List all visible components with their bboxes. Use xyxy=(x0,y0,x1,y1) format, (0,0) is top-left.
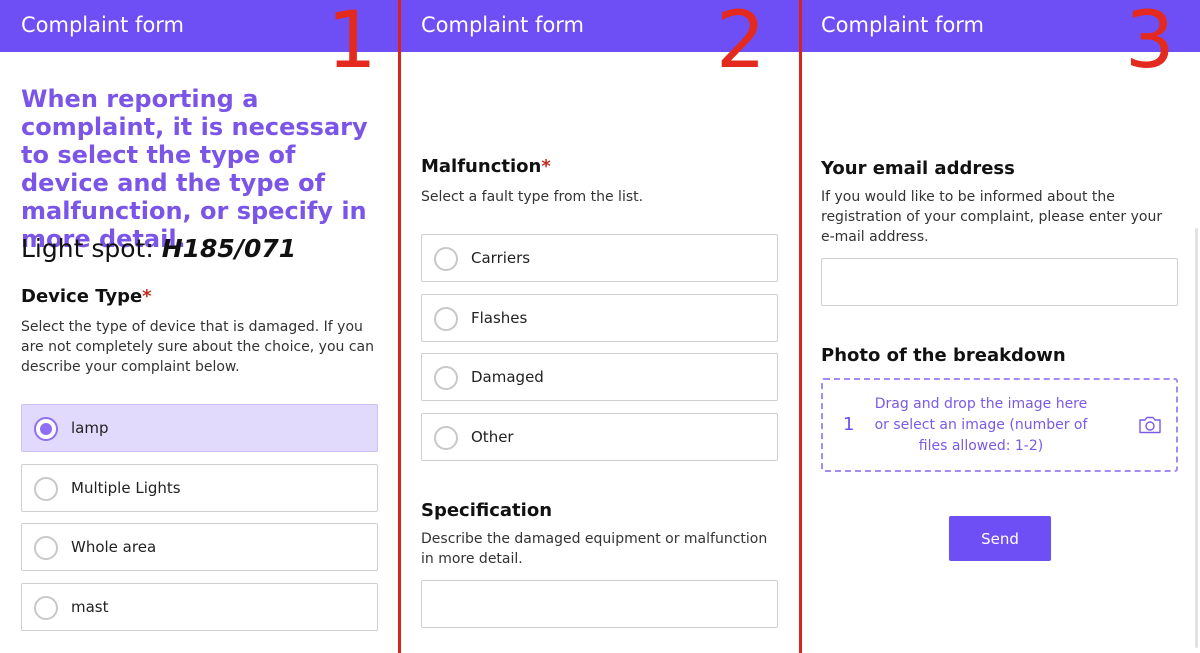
radio-icon[interactable] xyxy=(434,366,458,390)
option-label: mast xyxy=(71,598,109,616)
device-option-lamp[interactable]: lamp xyxy=(21,404,378,452)
device-type-title-text: Device Type xyxy=(21,286,143,307)
radio-icon[interactable] xyxy=(34,536,58,560)
form-step-3-panel: Complaint form 3 Your email address If y… xyxy=(800,0,1200,653)
malfunction-option-damaged[interactable]: Damaged xyxy=(421,353,778,401)
option-label: Multiple Lights xyxy=(71,479,181,497)
specification-input[interactable] xyxy=(421,580,778,628)
option-label: Whole area xyxy=(71,538,157,556)
file-count: 1 xyxy=(843,414,855,435)
radio-icon[interactable] xyxy=(34,477,58,501)
light-spot-label: Light spot: xyxy=(21,234,154,263)
intro-text: When reporting a complaint, it is necess… xyxy=(21,85,368,253)
form-step-1-panel: Complaint form 1 When reporting a compla… xyxy=(0,0,400,653)
device-type-title: Device Type* xyxy=(21,286,152,307)
scrollbar[interactable] xyxy=(1195,228,1198,648)
camera-icon[interactable] xyxy=(1138,416,1162,434)
header-title: Complaint form xyxy=(821,13,985,37)
malfunction-description: Select a fault type from the list. xyxy=(421,189,644,205)
malfunction-option-flashes[interactable]: Flashes xyxy=(421,294,778,342)
specification-description: Describe the damaged equipment or malfun… xyxy=(421,531,768,567)
form-step-2-panel: Complaint form 2 Malfunction* Select a f… xyxy=(400,0,800,653)
device-option-mast[interactable]: mast xyxy=(21,583,378,631)
malfunction-option-other[interactable]: Other xyxy=(421,413,778,461)
panel-divider xyxy=(799,0,802,653)
email-input[interactable] xyxy=(821,258,1178,306)
option-label: Damaged xyxy=(471,368,544,386)
email-title: Your email address xyxy=(821,158,1015,179)
required-mark: * xyxy=(142,286,152,307)
required-mark: * xyxy=(541,156,551,177)
option-label: Other xyxy=(471,428,514,446)
header-title: Complaint form xyxy=(421,13,585,37)
device-option-multiple-lights[interactable]: Multiple Lights xyxy=(21,464,378,512)
panel-divider xyxy=(398,0,401,653)
option-label: Flashes xyxy=(471,309,528,327)
option-label: Carriers xyxy=(471,249,531,267)
radio-icon[interactable] xyxy=(434,247,458,271)
email-description: If you would like to be informed about t… xyxy=(821,189,1163,245)
send-button[interactable]: Send xyxy=(949,516,1051,561)
malfunction-title: Malfunction* xyxy=(421,156,551,177)
radio-icon[interactable] xyxy=(434,426,458,450)
light-spot-code: H185/071 xyxy=(161,234,297,263)
specification-title: Specification xyxy=(421,500,553,521)
radio-icon[interactable] xyxy=(34,596,58,620)
dropzone-text: Drag and drop the image here or select a… xyxy=(874,396,1088,454)
device-type-description: Select the type of device that is damage… xyxy=(21,319,374,375)
photo-dropzone[interactable]: 1 Drag and drop the image here or select… xyxy=(821,378,1178,472)
step-number-3: 3 xyxy=(1125,0,1175,86)
radio-icon[interactable] xyxy=(434,307,458,331)
malfunction-title-text: Malfunction xyxy=(421,156,542,177)
option-label: lamp xyxy=(71,419,109,437)
malfunction-option-carriers[interactable]: Carriers xyxy=(421,234,778,282)
light-spot-line: Light spot: H185/071 xyxy=(21,234,296,263)
radio-icon[interactable] xyxy=(34,417,58,441)
step-number-2: 2 xyxy=(716,0,766,86)
device-option-whole-area[interactable]: Whole area xyxy=(21,523,378,571)
photo-title: Photo of the breakdown xyxy=(821,345,1066,366)
header-title: Complaint form xyxy=(21,13,185,37)
step-number-1: 1 xyxy=(327,0,377,86)
